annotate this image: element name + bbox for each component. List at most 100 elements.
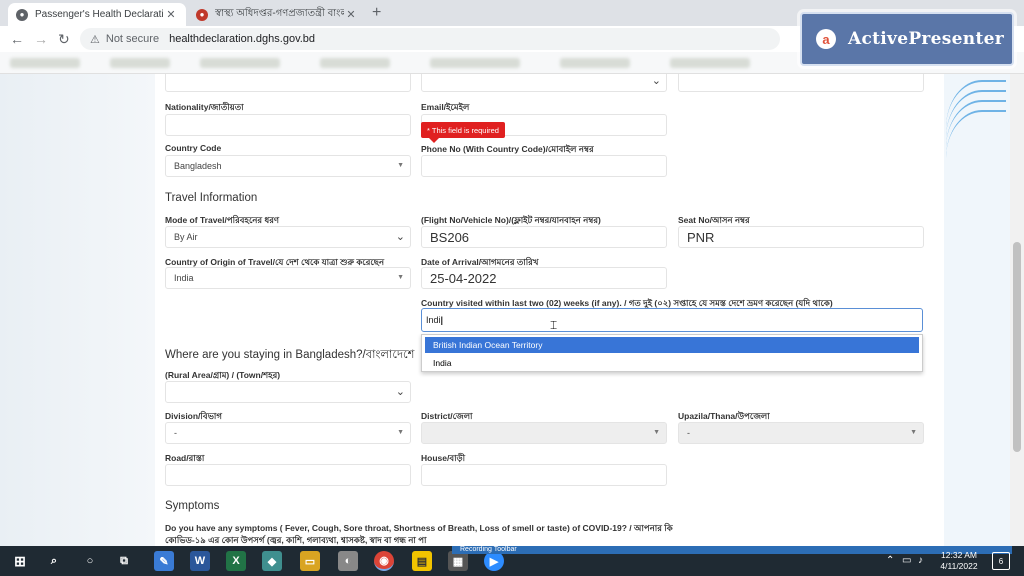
sticky-notes-icon[interactable]: ▤ [412, 551, 432, 571]
chrome-icon[interactable]: ◉ [374, 551, 394, 571]
close-icon[interactable]: ✕ [164, 8, 178, 21]
volume-icon[interactable]: ♪ [918, 555, 923, 566]
system-clock[interactable]: 12:32 AM 4/11/2022 [934, 550, 984, 572]
caret-down-icon: ▼ [397, 274, 404, 281]
reload-icon[interactable]: ↻ [58, 31, 70, 48]
phone-field[interactable] [421, 155, 667, 177]
word-icon[interactable]: W [190, 551, 210, 571]
zoom-icon[interactable]: ▶ [484, 551, 504, 571]
files-icon[interactable]: ▭ [300, 551, 320, 571]
bookmark-item[interactable] [670, 58, 750, 68]
chevron-up-icon[interactable]: ⌃ [886, 555, 894, 566]
tab-title: স্বাস্থ্য অধিদপ্তর-গণপ্রজাতন্ত্রী বাংলা [215, 8, 344, 19]
address-bar[interactable]: ⚠ Not secure healthdeclaration.dghs.gov.… [80, 28, 780, 50]
task-view-icon[interactable]: ⧉ [114, 551, 134, 571]
bookmark-item[interactable] [320, 58, 390, 68]
stay-section-title: Where are you staying in Bangladesh?/বাং… [165, 349, 415, 361]
arrival-value: 25-04-2022 [430, 270, 497, 286]
tab-dghs[interactable]: ● স্বাস্থ্য অধিদপ্তর-গণপ্রজাতন্ত্রী বাংল… [188, 3, 366, 26]
origin-value: India [174, 273, 194, 283]
app-icon[interactable]: ◆ [262, 551, 282, 571]
seat-value: PNR [687, 229, 715, 245]
arrival-date-field[interactable]: 25-04-2022 [421, 267, 667, 289]
visited-value: Indi [426, 315, 441, 325]
option-india[interactable]: India [425, 355, 919, 371]
back-icon[interactable]: ← [10, 31, 24, 47]
symptoms-question-line2: কোভিড-১৯ এর কোন উপসর্গ (জ্বর, কাশি, গলাব… [165, 535, 427, 545]
chevron-down-icon: ⌄ [651, 75, 661, 87]
bookmark-item[interactable] [200, 58, 280, 68]
division-select[interactable]: - ▼ [165, 422, 411, 444]
mode-of-travel-select[interactable]: By Air ⌄ [165, 226, 411, 248]
clock-time: 12:32 AM [941, 550, 977, 560]
calculator-icon[interactable]: ▦ [448, 551, 468, 571]
windows-start-icon[interactable]: ⊞ [10, 551, 30, 571]
district-select[interactable]: ▼ [421, 422, 667, 444]
app2-icon[interactable]: ◐ [338, 551, 358, 571]
left-decoration [0, 74, 155, 546]
right-decoration [944, 74, 1010, 546]
activepresenter-watermark: a ActivePresenter [800, 12, 1014, 66]
tab-health-declaration[interactable]: ● Passenger's Health Declaration ✕ [8, 3, 186, 26]
paint-icon[interactable]: ✎ [154, 551, 174, 571]
country-code-label: Country Code [165, 143, 222, 153]
flight-value: BS206 [430, 229, 470, 245]
email-label: Email/ইমেইল [421, 102, 470, 112]
recording-toolbar[interactable]: Recording Toolbar [452, 546, 1012, 554]
area-select[interactable]: ⌄ [165, 381, 411, 403]
network-icon[interactable]: ▭ [902, 555, 911, 566]
previous-field-3[interactable] [678, 74, 924, 92]
upazila-value: - [687, 428, 690, 438]
caret-down-icon: ▼ [653, 429, 660, 436]
windows-taskbar: ⊞ ⌕ ○ ⧉ ✎ W X ◆ ▭ ◐ ◉ ▤ ▦ ▶ Recording To… [0, 546, 1024, 576]
forward-icon[interactable]: → [34, 31, 48, 47]
close-icon[interactable]: ✕ [344, 8, 358, 21]
mode-value: By Air [174, 232, 198, 242]
watermark-text: ActivePresenter [848, 29, 1004, 49]
division-value: - [174, 428, 177, 438]
bookmark-item[interactable] [10, 58, 80, 68]
country-autocomplete-list: British Indian Ocean Territory India [421, 334, 923, 372]
caret-down-icon: ▼ [397, 162, 404, 169]
visited-country-input[interactable]: Indi | [421, 308, 923, 332]
bookmark-item[interactable] [110, 58, 170, 68]
dghs-logo-icon: ● [196, 8, 208, 21]
tab-title: Passenger's Health Declaration [35, 9, 164, 20]
house-field[interactable] [421, 464, 667, 486]
page-scrollbar[interactable] [1010, 74, 1024, 546]
flight-field[interactable]: BS206 [421, 226, 667, 248]
nationality-field[interactable] [165, 114, 411, 136]
symptoms-section-title: Symptoms [165, 500, 220, 512]
recording-toolbar-label: Recording Toolbar [460, 546, 517, 553]
excel-icon[interactable]: X [226, 551, 246, 571]
nationality-label: Nationality/জাতীয়তা [165, 102, 244, 112]
road-field[interactable] [165, 464, 411, 486]
new-tab-button[interactable]: + [372, 4, 381, 22]
option-british-indian-ocean-territory[interactable]: British Indian Ocean Territory [425, 337, 919, 353]
required-tooltip: * This field is required [421, 122, 505, 143]
previous-field[interactable] [165, 74, 411, 92]
origin-country-select[interactable]: India ▼ [165, 267, 411, 289]
country-code-select[interactable]: Bangladesh ▼ [165, 155, 411, 177]
notification-icon[interactable]: 6 [992, 552, 1010, 570]
scrollbar-thumb[interactable] [1013, 242, 1021, 452]
health-declaration-form: ⌄ Nationality/জাতীয়তা Email/ইমেইল * Thi… [155, 74, 944, 546]
previous-select[interactable]: ⌄ [421, 74, 667, 92]
clock-date: 4/11/2022 [940, 561, 978, 571]
seat-field[interactable]: PNR [678, 226, 924, 248]
cortana-icon[interactable]: ○ [80, 551, 100, 571]
bookmark-item[interactable] [560, 58, 630, 68]
page-content: ⌄ Nationality/জাতীয়তা Email/ইমেইল * Thi… [0, 74, 1024, 546]
caret-down-icon: ▼ [910, 429, 917, 436]
search-icon[interactable]: ⌕ [44, 551, 64, 571]
text-caret: | [440, 315, 444, 325]
upazila-select[interactable]: - ▼ [678, 422, 924, 444]
caret-down-icon: ▼ [397, 429, 404, 436]
activepresenter-logo-icon: a [816, 29, 836, 49]
country-code-value: Bangladesh [174, 161, 222, 171]
bookmark-item[interactable] [430, 58, 520, 68]
chevron-down-icon: ⌄ [395, 231, 405, 243]
chevron-down-icon: ⌄ [395, 386, 405, 398]
url-text: healthdeclaration.dghs.gov.bd [169, 33, 316, 45]
globe-icon: ● [16, 8, 28, 21]
